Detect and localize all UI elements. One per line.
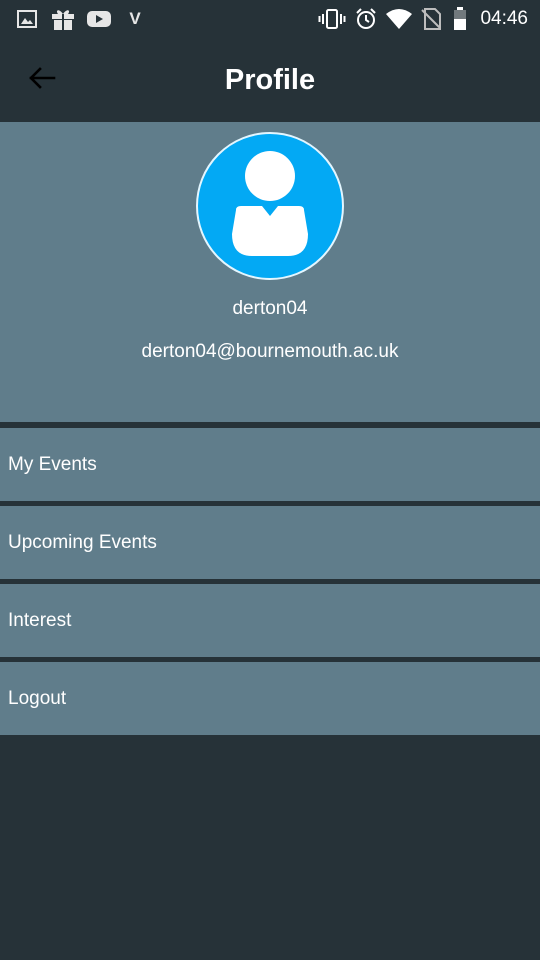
app-bar: Profile bbox=[0, 38, 540, 122]
wifi-icon bbox=[385, 7, 413, 31]
profile-email: derton04@bournemouth.ac.uk bbox=[141, 341, 399, 362]
menu-list: My Events Upcoming Events Interest Logou… bbox=[0, 428, 540, 740]
menu-item-label: My Events bbox=[8, 453, 97, 475]
battery-icon bbox=[451, 7, 469, 31]
menu-item-upcoming-events[interactable]: Upcoming Events bbox=[0, 506, 540, 579]
profile-header: derton04 derton04@bournemouth.ac.uk bbox=[0, 122, 540, 422]
user-avatar-icon bbox=[198, 134, 342, 278]
vibrate-icon bbox=[318, 7, 346, 31]
status-bar: V 04:46 bbox=[0, 0, 540, 38]
gift-icon bbox=[50, 7, 76, 31]
menu-item-label: Logout bbox=[8, 687, 67, 709]
menu-item-logout[interactable]: Logout bbox=[0, 662, 540, 735]
alarm-icon bbox=[353, 7, 379, 31]
avatar[interactable] bbox=[196, 132, 344, 280]
profile-username: derton04 bbox=[232, 298, 308, 319]
page-title: Profile bbox=[224, 64, 316, 96]
menu-item-interest[interactable]: Interest bbox=[0, 584, 540, 657]
menu-item-label: Interest bbox=[8, 609, 72, 631]
no-sim-icon bbox=[420, 7, 442, 31]
gallery-icon bbox=[16, 7, 38, 31]
menu-item-label: Upcoming Events bbox=[8, 531, 157, 553]
status-time: 04:46 bbox=[480, 8, 528, 29]
v-icon: V bbox=[129, 9, 141, 28]
menu-item-my-events[interactable]: My Events bbox=[0, 428, 540, 501]
youtube-icon bbox=[86, 7, 112, 31]
